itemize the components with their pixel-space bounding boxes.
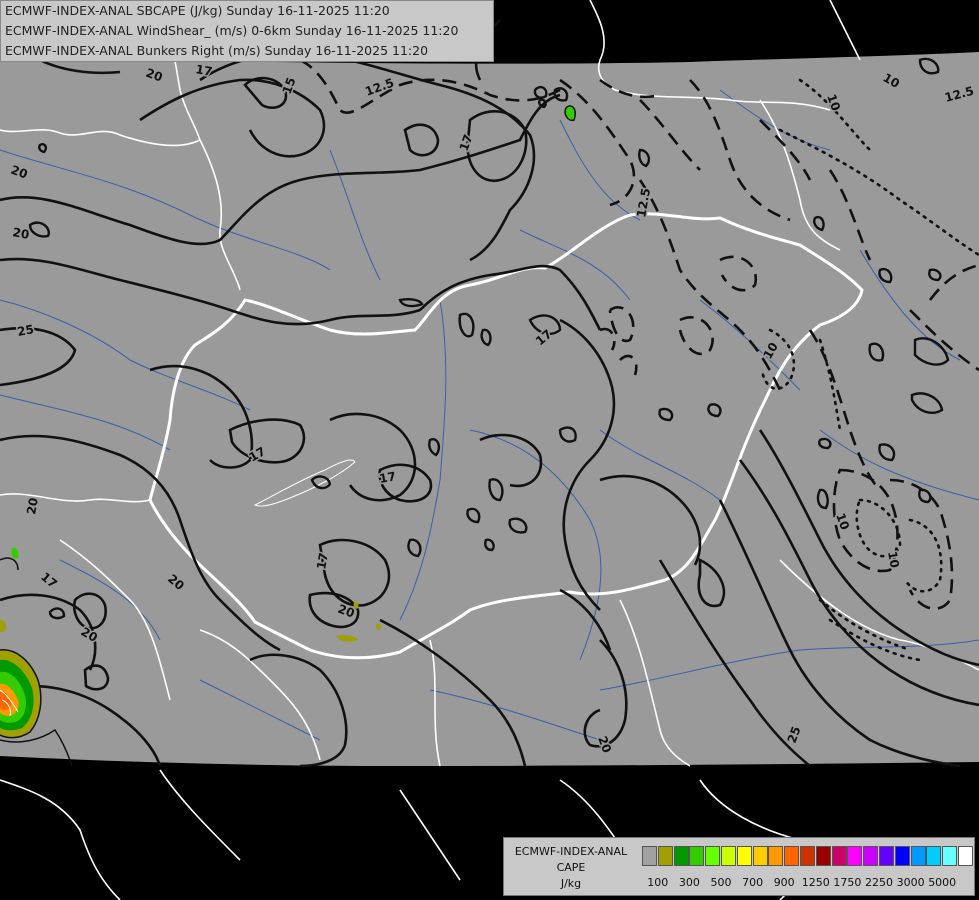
legend-tick: 900 (773, 876, 795, 889)
legend-swatch (721, 846, 736, 866)
contour-label: 20 (24, 497, 41, 516)
legend-tick: 5000 (928, 876, 957, 889)
analysis-domain (0, 52, 979, 766)
legend-swatch (784, 846, 800, 866)
legend-swatch (642, 846, 657, 866)
legend-swatch (879, 846, 894, 866)
legend-swatch (815, 846, 831, 866)
legend-tick: 3000 (896, 876, 925, 889)
legend-variable: CAPE (556, 861, 586, 874)
contour-label: 17 (378, 469, 397, 486)
legend-tick: 100 (647, 876, 669, 889)
legend-swatch (768, 846, 784, 866)
contour-label: 17 (194, 62, 213, 79)
header-line-bunkers: ECMWF-INDEX-ANAL Bunkers Right (m/s) Sun… (5, 43, 429, 58)
legend-tick: 500 (710, 876, 732, 889)
legend-swatch (689, 846, 705, 866)
contour-label: 20 (11, 225, 30, 242)
contour-label: 10 (885, 550, 902, 569)
map-header: ECMWF-INDEX-ANAL SBCAPE (J/kg) Sunday 16… (0, 0, 494, 62)
legend-tick: 300 (678, 876, 700, 889)
cape-legend: ECMWF-INDEX-ANAL CAPE J/kg 100 300 500 700 9… (503, 837, 975, 896)
legend-swatch (863, 846, 879, 866)
legend-swatch (926, 846, 942, 866)
contour-label: 17 (314, 552, 331, 571)
legend-swatch (752, 846, 768, 866)
legend-swatch (673, 846, 689, 866)
legend-tick: 700 (742, 876, 764, 889)
legend-swatch (894, 846, 910, 866)
contour-label: 25 (16, 322, 35, 339)
legend-swatch (705, 846, 721, 866)
legend-swatch (831, 846, 847, 866)
legend-model: ECMWF-INDEX-ANAL (514, 845, 628, 858)
legend-tick: 1750 (833, 876, 862, 889)
legend-title: ECMWF-INDEX-ANAL CAPE J/kg (506, 844, 636, 892)
legend-swatch (800, 846, 815, 866)
cape-cell-north (564, 105, 577, 122)
weather-map: 20 17 15 17 20 20 25 17 17 17 17 20 20 1… (0, 0, 979, 900)
legend-unit: J/kg (560, 877, 582, 890)
header-line-windshear: ECMWF-INDEX-ANAL WindShear_ (m/s) 0-6km … (5, 23, 459, 38)
header-line-sbcape: ECMWF-INDEX-ANAL SBCAPE (J/kg) Sunday 16… (5, 3, 390, 18)
legend-swatch (958, 846, 973, 866)
legend-tick: 1250 (801, 876, 830, 889)
legend-swatch (657, 846, 673, 866)
legend-swatch (736, 846, 752, 866)
legend-tick: 2250 (865, 876, 893, 889)
legend-swatch (847, 846, 863, 866)
legend-swatch (910, 846, 926, 866)
legend-swatch (942, 846, 958, 866)
